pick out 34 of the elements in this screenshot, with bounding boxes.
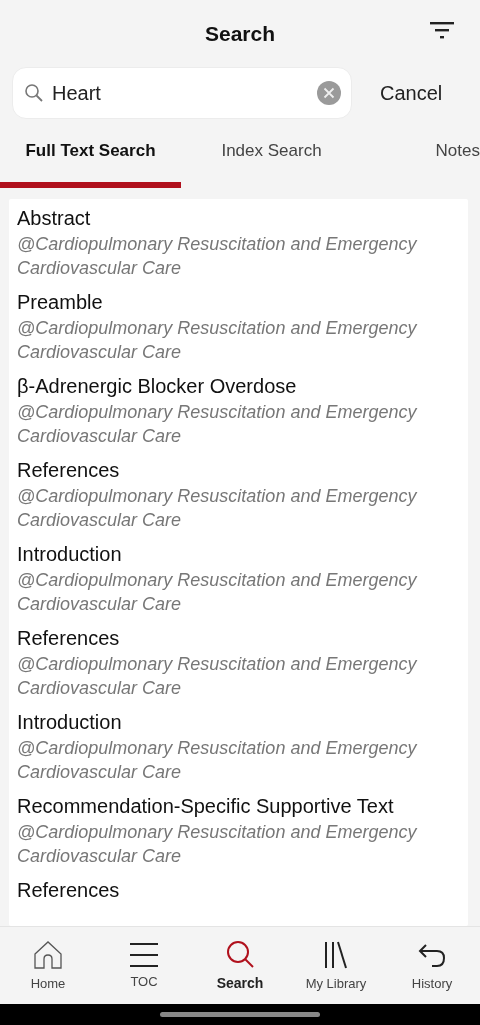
search-icon <box>24 83 44 103</box>
result-source: @Cardiopulmonary Resuscitation and Emergency Cardiovascular Care <box>17 233 418 280</box>
menu-icon <box>130 942 158 967</box>
nav-item[interactable]: Home <box>0 927 96 1004</box>
result-title[interactable]: Recommendation-Specific Supportive Text <box>17 793 460 820</box>
result-title[interactable]: Abstract <box>17 205 460 232</box>
clear-icon[interactable] <box>317 81 341 105</box>
result-title[interactable]: References <box>17 457 460 484</box>
filter-icon[interactable] <box>430 21 454 39</box>
result-title[interactable]: References <box>17 625 460 652</box>
result-title[interactable]: References <box>17 877 460 904</box>
tab[interactable]: Index Search <box>181 120 362 188</box>
nav-item[interactable]: My Library <box>288 927 384 1004</box>
result-title[interactable]: Introduction <box>17 709 460 736</box>
page-title: Search <box>204 22 275 46</box>
cancel-button[interactable]: Cancel <box>370 81 453 105</box>
result-source: @Cardiopulmonary Resuscitation and Emergency Cardiovascular Care <box>17 569 418 616</box>
result-source: @Cardiopulmonary Resuscitation and Emergency Cardiovascular Care <box>17 821 418 868</box>
tab[interactable]: Notes <box>362 120 480 188</box>
result-source: @Cardiopulmonary Resuscitation and Emergency Cardiovascular Care <box>17 653 418 700</box>
result-source: @Cardiopulmonary Resuscitation and Emergency Cardiovascular Care <box>17 485 418 532</box>
result-source: @Cardiopulmonary Resuscitation and Emergency Cardiovascular Care <box>17 737 418 784</box>
result-source: @Cardiopulmonary Resuscitation and Emergency Cardiovascular Care <box>17 401 418 448</box>
result-title[interactable]: Preamble <box>17 289 460 316</box>
search-field[interactable]: Heart <box>12 67 352 119</box>
result-source: @Cardiopulmonary Resuscitation and Emergency Cardiovascular Care <box>17 317 418 364</box>
library-icon <box>324 940 348 969</box>
home-icon <box>34 940 62 969</box>
search-icon <box>226 940 254 968</box>
result-title[interactable]: Introduction <box>17 541 460 568</box>
nav-item[interactable]: History <box>384 927 480 1004</box>
nav-item[interactable]: Search <box>192 927 288 1004</box>
result-title[interactable]: β-Adrenergic Blocker Overdose <box>17 373 460 400</box>
nav-item[interactable]: TOC <box>96 927 192 1004</box>
